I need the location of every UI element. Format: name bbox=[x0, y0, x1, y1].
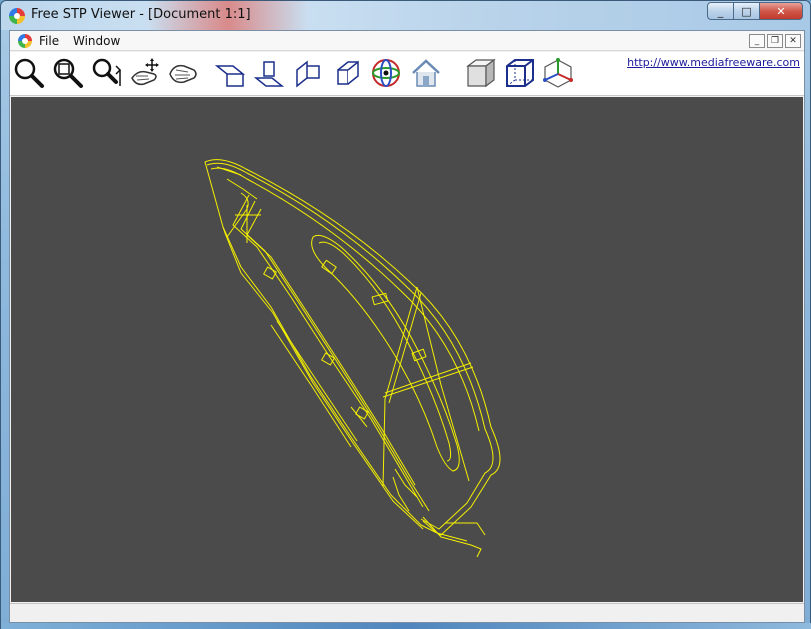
zoom-button[interactable] bbox=[11, 55, 47, 91]
client-area: File Window _ ❐ ✕ http://www.mediafreewa… bbox=[9, 30, 805, 623]
document-icon[interactable] bbox=[18, 34, 32, 48]
app-logo-icon bbox=[9, 8, 25, 24]
window-bottom-border bbox=[1, 623, 811, 629]
view-top-button[interactable] bbox=[212, 55, 248, 91]
axes-button[interactable] bbox=[540, 55, 576, 91]
rotate-icon bbox=[169, 64, 197, 84]
menu-window[interactable]: Window bbox=[73, 34, 120, 48]
mdi-close-button[interactable]: ✕ bbox=[785, 34, 801, 48]
view-side-icon bbox=[296, 60, 320, 88]
shaded-mode-button[interactable] bbox=[463, 55, 499, 91]
maximize-button[interactable]: □ bbox=[734, 2, 760, 20]
status-bar bbox=[10, 603, 804, 622]
shaded-mode-icon bbox=[466, 58, 496, 88]
pan-button[interactable] bbox=[127, 55, 163, 91]
pan-icon bbox=[131, 58, 159, 86]
window-controls: _ □ ✕ bbox=[707, 2, 803, 21]
view-side-button[interactable] bbox=[290, 55, 326, 91]
view-front-button[interactable] bbox=[251, 55, 287, 91]
view-right-button[interactable] bbox=[329, 55, 365, 91]
zoom-icon bbox=[14, 58, 44, 88]
title-bar[interactable]: Free STP Viewer - [Document 1:1] _ □ ✕ bbox=[1, 1, 810, 30]
view-front-icon bbox=[253, 61, 285, 87]
3d-viewport[interactable] bbox=[11, 97, 803, 602]
home-view-icon bbox=[412, 59, 440, 87]
website-link[interactable]: http://www.mediafreeware.com bbox=[627, 56, 800, 69]
minimize-button[interactable]: _ bbox=[707, 2, 734, 20]
app-window: Free STP Viewer - [Document 1:1] _ □ ✕ F… bbox=[0, 0, 811, 629]
view-top-icon bbox=[214, 65, 246, 87]
close-button[interactable]: ✕ bbox=[760, 2, 803, 20]
zoom-window-icon bbox=[53, 58, 83, 88]
zoom-dynamic-button[interactable] bbox=[89, 55, 125, 91]
view-right-icon bbox=[337, 60, 359, 85]
mdi-controls: _ ❐ ✕ bbox=[749, 34, 801, 48]
wireframe-model bbox=[204, 159, 501, 558]
zoom-dynamic-icon bbox=[92, 58, 122, 86]
mdi-minimize-button[interactable]: _ bbox=[749, 34, 765, 48]
window-title: Free STP Viewer - [Document 1:1] bbox=[31, 7, 251, 22]
view-orbit-icon bbox=[372, 59, 400, 87]
wireframe-mode-button[interactable] bbox=[502, 55, 538, 91]
menu-file[interactable]: File bbox=[39, 34, 59, 48]
view-orbit-button[interactable] bbox=[368, 55, 404, 91]
home-view-button[interactable] bbox=[408, 55, 444, 91]
rotate-button[interactable] bbox=[165, 55, 201, 91]
toolbar: http://www.mediafreeware.com bbox=[10, 52, 804, 96]
axes-icon bbox=[543, 58, 573, 88]
zoom-window-button[interactable] bbox=[50, 55, 86, 91]
mdi-restore-button[interactable]: ❐ bbox=[767, 34, 783, 48]
wireframe-mode-icon bbox=[506, 59, 534, 87]
menu-bar: File Window _ ❐ ✕ bbox=[10, 31, 804, 51]
